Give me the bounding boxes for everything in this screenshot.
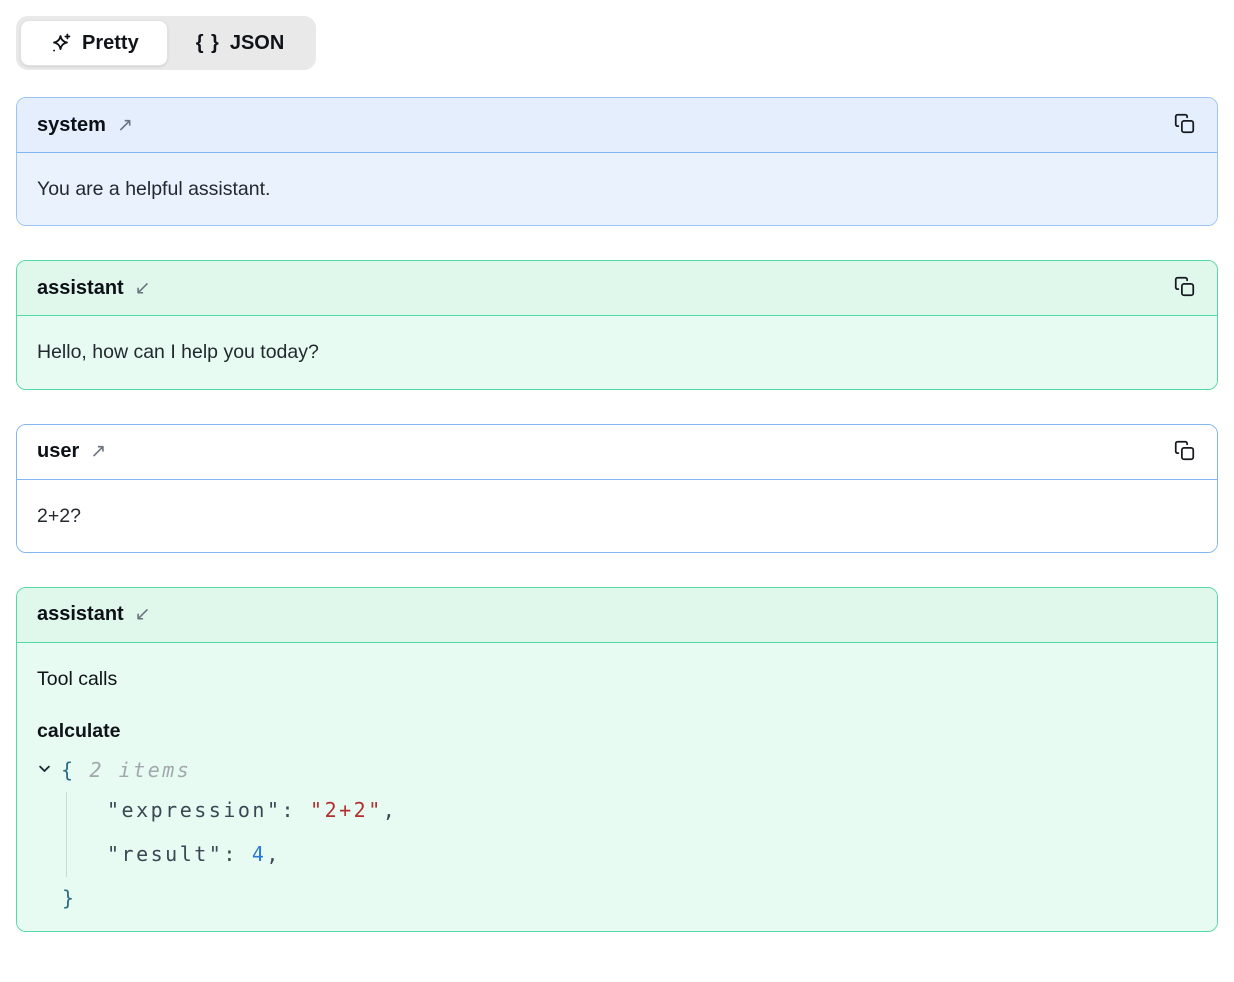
json-tab-label: JSON [230, 32, 284, 55]
role-label: assistant [37, 603, 124, 626]
json-tab[interactable]: { } JSON [168, 20, 313, 66]
message-content: 2+2? [17, 480, 1217, 552]
json-tree-root-row: { 2 items [37, 757, 1197, 783]
message-card-assistant-tool-calls: assistant ↙ Tool calls calculate { 2 ite… [16, 587, 1218, 932]
json-key: "result": [107, 842, 238, 866]
message-header: user ↗ [17, 425, 1217, 480]
copy-icon [1174, 440, 1195, 464]
pretty-tab[interactable]: Pretty [20, 20, 168, 66]
message-header: assistant ↙ [17, 261, 1217, 316]
message-content: Hello, how can I help you today? [17, 316, 1217, 388]
json-tree-row: "result": 4, [107, 841, 1197, 867]
tool-args-json-tree: { 2 items "expression": "2+2", "result": 4… [37, 757, 1197, 911]
json-value: "2+2" [310, 798, 383, 822]
json-tree-row: "expression": "2+2", [107, 797, 1197, 823]
copy-icon [1174, 113, 1195, 137]
pretty-tab-label: Pretty [82, 32, 139, 55]
copy-button[interactable] [1172, 274, 1197, 302]
open-brace: { [61, 757, 76, 783]
json-comma: , [266, 842, 281, 866]
received-arrow-icon: ↙ [135, 605, 151, 624]
received-arrow-icon: ↙ [135, 279, 151, 298]
json-key: "expression": [107, 798, 296, 822]
json-comma: , [383, 798, 398, 822]
message-content: You are a helpful assistant. [17, 153, 1217, 225]
role-label: system [37, 114, 106, 137]
json-tree-children: "expression": "2+2", "result": 4, [66, 792, 1197, 877]
sparkles-icon [49, 32, 72, 55]
message-card-user: user ↗ 2+2? [16, 424, 1218, 553]
close-brace: } [62, 885, 1197, 911]
sent-arrow-icon: ↗ [117, 116, 133, 135]
items-count-label: 2 items [90, 757, 192, 783]
copy-icon [1174, 276, 1195, 300]
copy-button[interactable] [1172, 111, 1197, 139]
sent-arrow-icon: ↗ [90, 442, 106, 461]
tool-call-name: calculate [37, 718, 1197, 744]
message-card-system: system ↗ You are a helpful assistant. [16, 97, 1218, 226]
view-mode-toggle: Pretty { } JSON [16, 16, 316, 70]
message-header: system ↗ [17, 98, 1217, 153]
braces-icon: { } [196, 32, 220, 55]
role-label: assistant [37, 277, 124, 300]
message-content: Tool calls calculate { 2 items "expressi… [17, 643, 1217, 931]
tool-calls-heading: Tool calls [37, 666, 1197, 692]
role-label: user [37, 440, 79, 463]
message-header: assistant ↙ [17, 588, 1217, 643]
message-card-assistant: assistant ↙ Hello, how can I help you to… [16, 260, 1218, 389]
copy-button[interactable] [1172, 438, 1197, 466]
json-value: 4 [252, 842, 267, 866]
chevron-down-icon [37, 761, 52, 779]
collapse-toggle[interactable] [37, 761, 52, 779]
